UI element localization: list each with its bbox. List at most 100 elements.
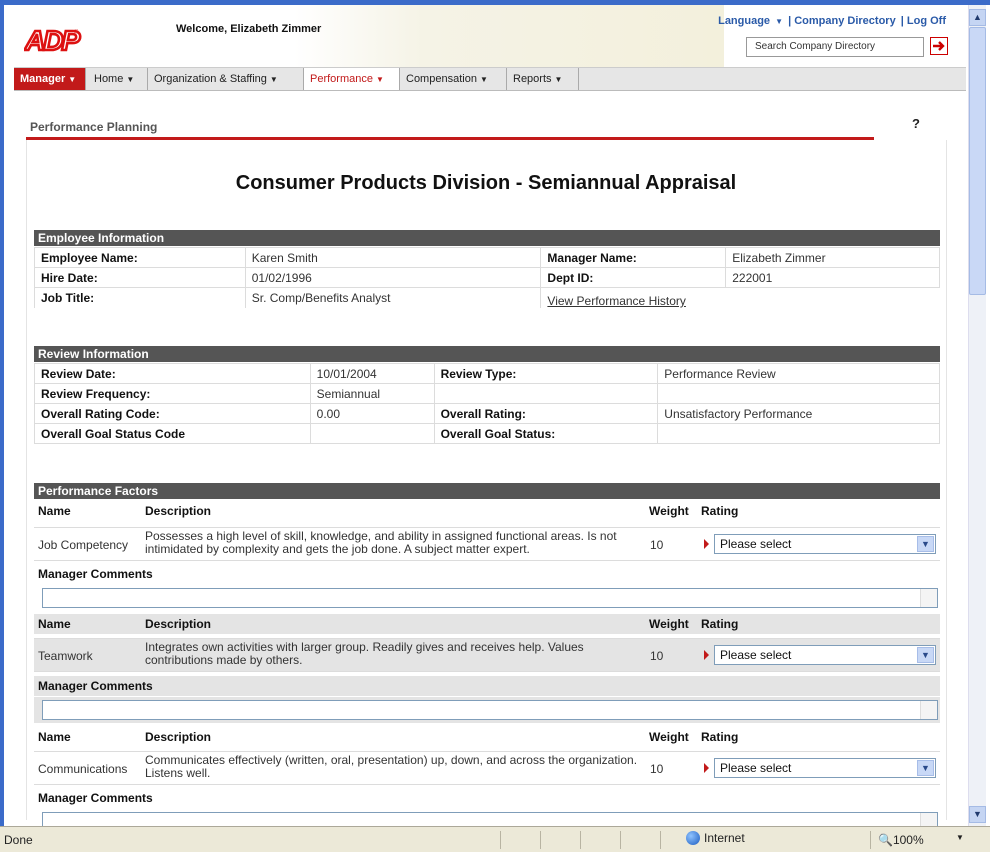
svg-text:ADP: ADP	[24, 25, 80, 53]
col-description-header: Description	[145, 504, 212, 518]
browser-status-bar: Done Internet 🔍100% ▼	[0, 826, 990, 852]
rating-select[interactable]: Please select ▼	[714, 534, 936, 554]
manager-name-label: Manager Name:	[540, 247, 727, 268]
factor-row: Teamwork Integrates own activities with …	[34, 638, 940, 672]
overall-rating-value: Unsatisfactory Performance	[657, 403, 940, 424]
scroll-up-icon[interactable]: ▲	[969, 9, 986, 26]
textarea-scrollbar[interactable]	[920, 701, 937, 719]
scrollbar-thumb[interactable]	[969, 27, 986, 295]
welcome-message: Welcome, Elizabeth Zimmer	[176, 23, 322, 35]
manager-comments-label: Manager Comments	[38, 567, 153, 581]
review-info-header: Review Information	[34, 346, 940, 362]
factor-column-headers: Name Description Weight Rating	[34, 727, 940, 747]
job-title-value: Sr. Comp/Benefits Analyst	[244, 287, 542, 308]
svg-text:®: ®	[74, 29, 79, 36]
caret-down-icon: ▼	[68, 75, 77, 84]
status-divider	[620, 831, 621, 849]
menu-compensation[interactable]: Compensation ▼	[400, 68, 507, 90]
chevron-down-icon[interactable]: ▼	[917, 760, 934, 776]
job-title-label: Job Title:	[34, 287, 246, 308]
overall-rating-label: Overall Rating:	[433, 403, 659, 424]
top-links: Language ▼ | Company Directory | Log Off	[714, 15, 946, 27]
factor-description: Possesses a high level of skill, knowled…	[145, 529, 617, 556]
status-divider	[870, 831, 871, 849]
overall-goal-status-code-value	[309, 423, 435, 444]
required-arrow-icon	[704, 539, 709, 549]
col-weight-header: Weight	[649, 504, 689, 518]
required-arrow-icon	[704, 763, 709, 773]
site-header: ADP ® Welcome, Elizabeth Zimmer Language…	[4, 5, 966, 67]
hire-date-label: Hire Date:	[34, 267, 246, 288]
col-rating-header: Rating	[701, 730, 739, 744]
log-off-link[interactable]: | Log Off	[901, 15, 946, 27]
review-frequency-value: Semiannual	[309, 383, 435, 404]
help-icon[interactable]: ?	[912, 116, 920, 131]
zoom-level[interactable]: 🔍100%	[878, 833, 924, 847]
chevron-down-icon[interactable]: ▼	[917, 536, 934, 552]
dept-id-label: Dept ID:	[540, 267, 727, 288]
required-arrow-icon	[704, 650, 709, 660]
manager-comments-label: Manager Comments	[38, 791, 153, 805]
security-zone: Internet	[686, 831, 745, 845]
zoom-caret-icon[interactable]: ▼	[956, 833, 964, 842]
rating-select[interactable]: Please select ▼	[714, 758, 936, 778]
language-link[interactable]: Language ▼	[716, 15, 783, 27]
directory-search-input[interactable]: Search Company Directory	[746, 37, 924, 57]
menu-manager[interactable]: Manager ▼	[14, 68, 86, 90]
manager-comments-input[interactable]	[42, 588, 938, 608]
manager-name-value: Elizabeth Zimmer	[725, 247, 940, 268]
status-divider	[660, 831, 661, 849]
status-divider	[540, 831, 541, 849]
menu-performance[interactable]: Performance ▼	[304, 68, 400, 90]
view-performance-history-link[interactable]: View Performance History	[547, 294, 686, 308]
factor-row: Communications Communicates effectively …	[34, 751, 940, 785]
overall-goal-status-code-label: Overall Goal Status Code	[34, 423, 311, 444]
company-directory-link[interactable]: | Company Directory	[788, 15, 896, 27]
employee-name-value: Karen Smith	[244, 247, 542, 268]
menu-reports[interactable]: Reports ▼	[507, 68, 579, 90]
factor-row: Job Competency Possesses a high level of…	[34, 527, 940, 561]
overall-goal-status-value	[657, 423, 940, 444]
caret-down-icon: ▼	[126, 75, 135, 84]
page-scrollbar[interactable]: ▲ ▼	[968, 5, 986, 826]
caret-down-icon: ▼	[375, 75, 384, 84]
factor-name: Job Competency	[38, 538, 129, 552]
factor-weight: 10	[650, 649, 664, 663]
textarea-scrollbar[interactable]	[920, 589, 937, 607]
factor-name: Communications	[38, 762, 128, 776]
globe-icon	[686, 831, 700, 845]
caret-down-icon: ▼	[554, 75, 563, 84]
adp-logo[interactable]: ADP ®	[24, 25, 86, 53]
search-go-button[interactable]	[930, 37, 948, 55]
review-type-label: Review Type:	[433, 363, 659, 384]
employee-info-table: Employee Name: Karen Smith Manager Name:…	[34, 247, 940, 308]
window-frame-left	[0, 0, 4, 852]
factor-name: Teamwork	[38, 649, 93, 663]
scroll-down-icon[interactable]: ▼	[969, 806, 986, 823]
col-weight-header: Weight	[649, 730, 689, 744]
overall-rating-code-label: Overall Rating Code:	[34, 403, 311, 424]
review-date-label: Review Date:	[34, 363, 311, 384]
manager-comments-label: Manager Comments	[34, 676, 940, 696]
appraisal-heading: Consumer Products Division - Semiannual …	[235, 172, 737, 194]
manager-comments-row	[34, 585, 940, 611]
rating-select[interactable]: Please select ▼	[714, 645, 936, 665]
chevron-down-icon[interactable]: ▼	[917, 647, 934, 663]
manager-comments-input[interactable]	[42, 812, 938, 826]
review-date-value: 10/01/2004	[309, 363, 435, 384]
col-name-header: Name	[38, 617, 71, 631]
manager-comments-row	[34, 697, 940, 723]
review-type-value: Performance Review	[657, 363, 940, 384]
col-name-header: Name	[38, 504, 71, 518]
review-info-table: Review Date: 10/01/2004 Review Type: Per…	[34, 363, 940, 444]
menu-home[interactable]: Home ▼	[88, 68, 148, 90]
manager-comments-row	[34, 809, 940, 826]
col-weight-header: Weight	[649, 617, 689, 631]
caret-down-icon: ▼	[269, 75, 278, 84]
manager-comments-input[interactable]	[42, 700, 938, 720]
magnifier-icon: 🔍	[878, 833, 893, 847]
menu-organization-staffing[interactable]: Organization & Staffing ▼	[148, 68, 304, 90]
textarea-scrollbar[interactable]	[920, 813, 937, 826]
caret-down-icon: ▼	[479, 75, 488, 84]
col-rating-header: Rating	[701, 617, 739, 631]
